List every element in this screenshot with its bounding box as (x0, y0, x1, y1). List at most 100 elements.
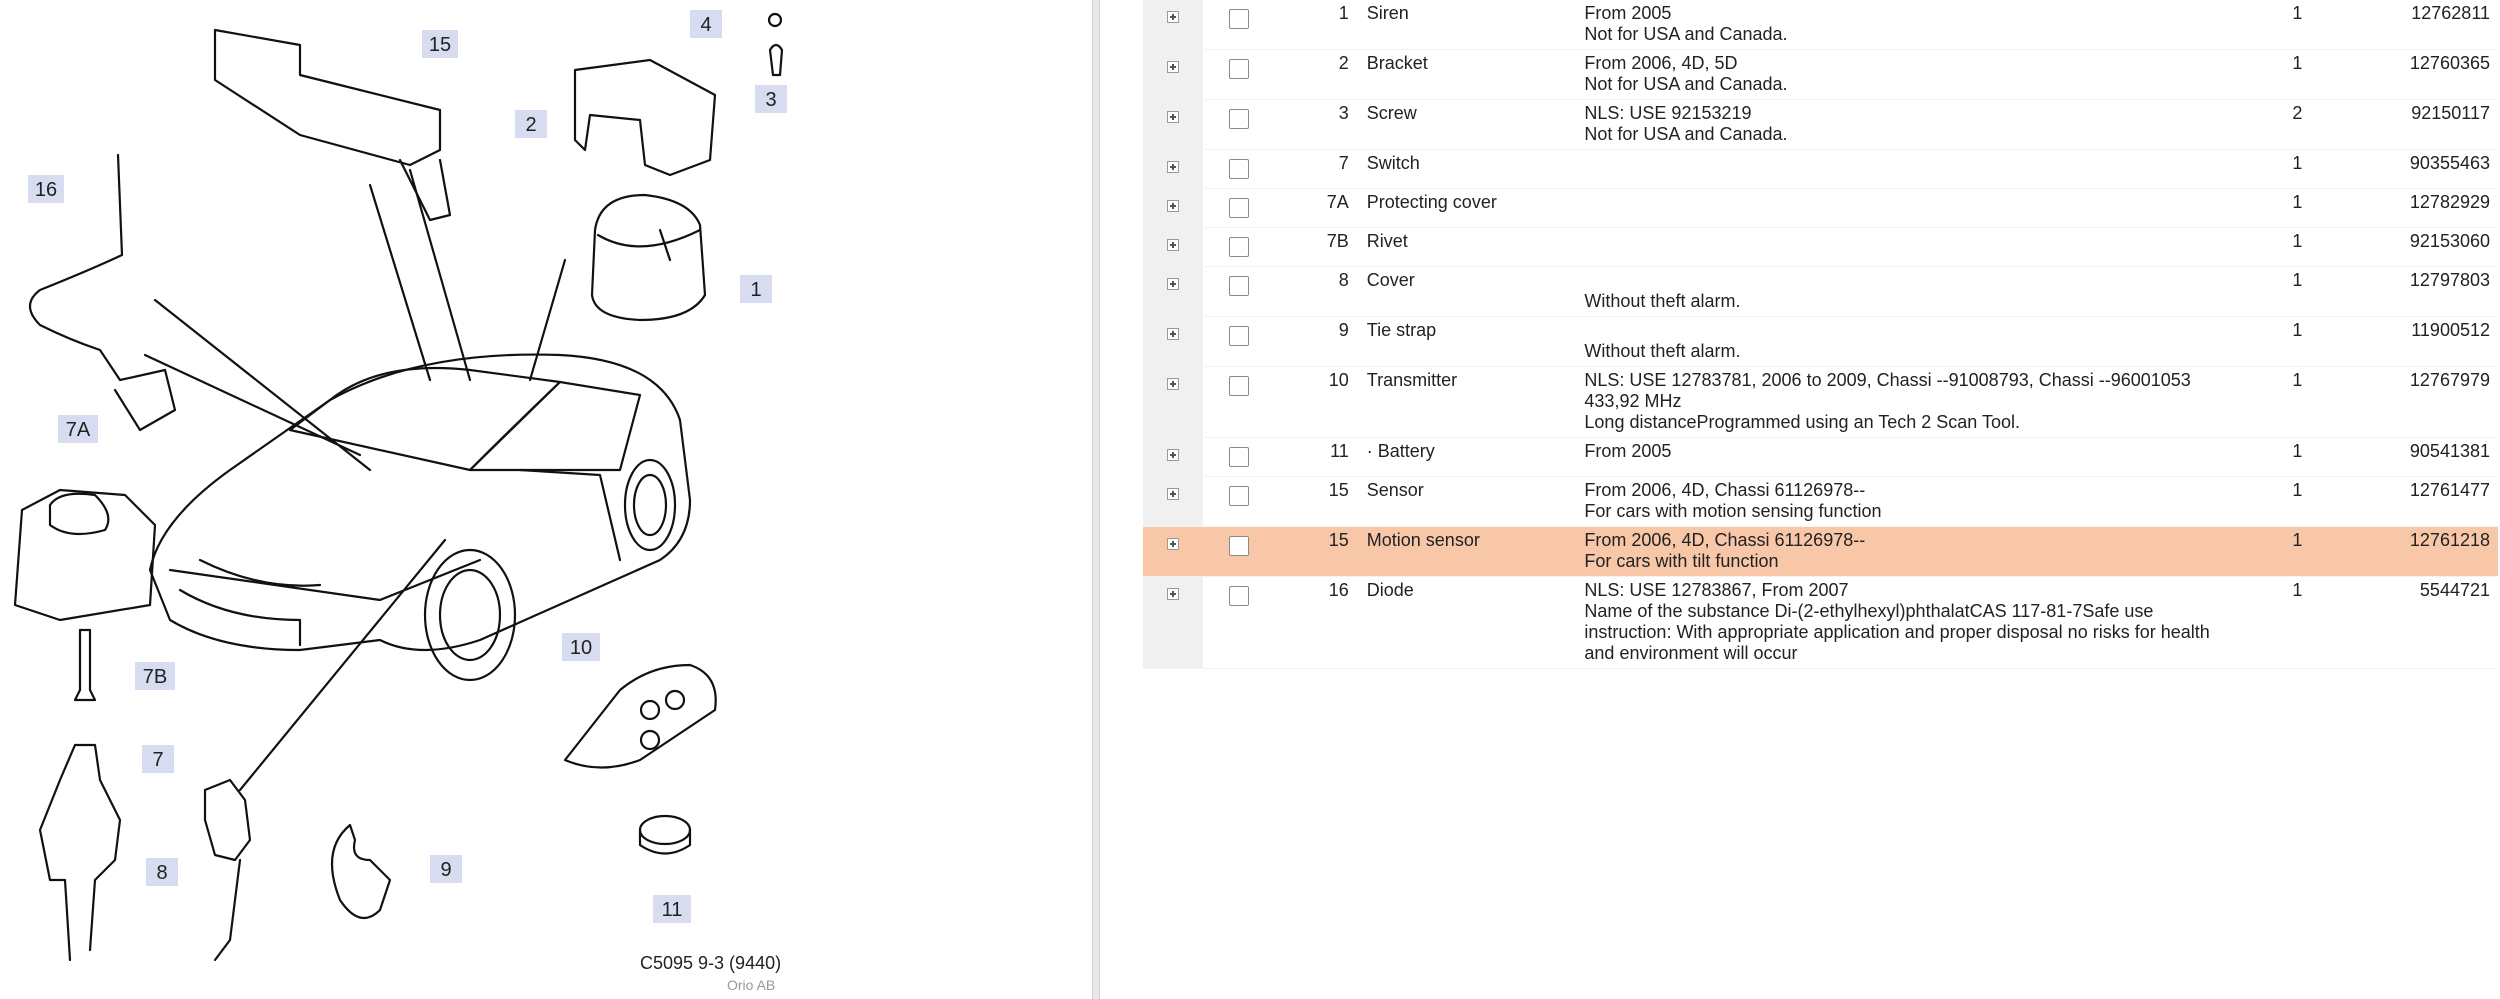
select-cell (1202, 437, 1276, 477)
quantity: 2 (2258, 99, 2336, 150)
part-number: 12760365 (2335, 49, 2498, 100)
remark-line (1584, 320, 2255, 341)
remark-line: Not for USA and Canada. (1584, 124, 1788, 144)
part-remarks (1580, 188, 2259, 228)
part-remarks: From 2006, 4D, Chassi 61126978-- For cars… (1580, 526, 2259, 577)
table-row[interactable]: 8 Cover Without theft alarm. 1 12797803 (1143, 266, 2498, 317)
part-remarks (1580, 149, 2259, 189)
part-remarks: NLS: USE 12783781, 2006 to 2009, Chassi … (1580, 366, 2259, 438)
remark-line: Not for USA and Canada. (1584, 74, 1788, 94)
part-number: 92150117 (2335, 99, 2498, 150)
position-number: 2 (1275, 49, 1363, 100)
expand-plus-icon[interactable] (1166, 328, 1179, 340)
part-remarks: From 2005 Not for USA and Canada. (1580, 0, 2259, 50)
svg-text:15: 15 (429, 34, 451, 56)
row-checkbox[interactable] (1229, 237, 1249, 257)
row-checkbox[interactable] (1229, 159, 1249, 179)
row-checkbox[interactable] (1229, 447, 1249, 467)
part-number: 11900512 (2335, 316, 2498, 367)
remark-line: Name of the substance Di-(2-ethylhexyl)p… (1584, 601, 2154, 621)
remark-line: From 2005 (1584, 441, 1672, 461)
row-checkbox[interactable] (1229, 198, 1249, 218)
part-name: Switch (1362, 149, 1581, 189)
table-row[interactable]: 7A Protecting cover 1 12782929 (1143, 188, 2498, 228)
expand-plus-icon[interactable] (1166, 378, 1179, 390)
svg-text:16: 16 (35, 179, 57, 201)
remark-line: From 2006, 4D, Chassi 61126978-- (1584, 530, 1866, 550)
parts-table: 1 Siren From 2005 Not for USA and Canada. 1 1… (1143, 0, 2498, 669)
part-name: Protecting cover (1362, 188, 1581, 228)
part-name: Rivet (1362, 227, 1581, 267)
row-checkbox[interactable] (1229, 536, 1249, 556)
table-row[interactable]: 1 Siren From 2005 Not for USA and Canada. 1 1… (1143, 0, 2498, 50)
table-row-selected[interactable]: 15 Motion sensor From 2006, 4D, Chassi 611… (1143, 526, 2498, 577)
remark-line: Without theft alarm. (1584, 341, 1741, 361)
expand-plus-icon[interactable] (1166, 538, 1179, 550)
row-checkbox[interactable] (1229, 109, 1249, 129)
table-row[interactable]: 9 Tie strap Without theft alarm. 1 11900512 (1143, 316, 2498, 367)
select-cell (1202, 227, 1276, 267)
part-name: Tie strap (1362, 316, 1581, 367)
row-checkbox[interactable] (1229, 586, 1249, 606)
part-name: Siren (1362, 0, 1581, 50)
position-number: 7A (1275, 188, 1363, 228)
expand-plus-icon[interactable] (1166, 200, 1179, 212)
exploded-diagram-panel: 15 4 3 2 1 16 7A 7B 7 8 9 10 11 C5095 9-… (0, 0, 1092, 999)
part-name: Bracket (1362, 49, 1581, 100)
table-row[interactable]: 15 Sensor From 2006, 4D, Chassi 61126978--… (1143, 476, 2498, 527)
expand-plus-icon[interactable] (1166, 278, 1179, 290)
expand-plus-icon[interactable] (1166, 161, 1179, 173)
svg-text:4: 4 (700, 14, 711, 36)
panel-splitter[interactable] (1092, 0, 1100, 999)
position-number: 15 (1275, 476, 1363, 527)
remark-line: NLS: USE 12783781, 2006 to 2009, Chassi … (1584, 370, 2191, 390)
expand-plus-icon[interactable] (1166, 239, 1179, 251)
expand-plus-icon[interactable] (1166, 11, 1179, 23)
position-number: 15 (1275, 526, 1363, 577)
expand-cell (1143, 476, 1203, 527)
row-checkbox[interactable] (1229, 326, 1249, 346)
svg-text:7B: 7B (143, 666, 167, 688)
remark-line: From 2006, 4D, 5D (1584, 53, 1738, 73)
part-remarks: From 2006, 4D, Chassi 61126978-- For cars… (1580, 476, 2259, 527)
position-number: 9 (1275, 316, 1363, 367)
row-checkbox[interactable] (1229, 376, 1249, 396)
expand-cell (1143, 366, 1203, 438)
table-row[interactable]: 11 · Battery From 2005 1 90541381 (1143, 437, 2498, 477)
remark-line: Without theft alarm. (1584, 291, 1741, 311)
parts-list-panel: 1 Siren From 2005 Not for USA and Canada. 1 1… (1100, 0, 2500, 999)
table-row[interactable]: 7B Rivet 1 92153060 (1143, 227, 2498, 267)
row-checkbox[interactable] (1229, 9, 1249, 29)
row-checkbox[interactable] (1229, 486, 1249, 506)
part-remarks: From 2006, 4D, 5D Not for USA and Canada. (1580, 49, 2259, 100)
expand-plus-icon[interactable] (1166, 111, 1179, 123)
table-row[interactable]: 10 Transmitter NLS: USE 12783781, 2006 to … (1143, 366, 2498, 438)
part-number: 5544721 (2335, 576, 2498, 669)
quantity: 1 (2258, 227, 2336, 267)
expand-plus-icon[interactable] (1166, 449, 1179, 461)
remark-line: For cars with motion sensing function (1584, 501, 1882, 521)
part-number: 12782929 (2335, 188, 2498, 228)
part-number: 12761218 (2335, 526, 2498, 577)
table-row[interactable]: 3 Screw NLS: USE 92153219 Not for USA and C… (1143, 99, 2498, 150)
quantity: 1 (2258, 526, 2336, 577)
remark-line (1584, 270, 2255, 291)
expand-plus-icon[interactable] (1166, 61, 1179, 73)
table-row[interactable]: 7 Switch 1 90355463 (1143, 149, 2498, 189)
expand-plus-icon[interactable] (1166, 488, 1179, 500)
row-checkbox[interactable] (1229, 59, 1249, 79)
position-number: 7B (1275, 227, 1363, 267)
select-cell (1202, 576, 1276, 669)
quantity: 1 (2258, 266, 2336, 317)
remark-line: NLS: USE 12783867, From 2007 (1584, 580, 1849, 600)
quantity: 1 (2258, 576, 2336, 669)
part-name: Diode (1362, 576, 1581, 669)
part-number: 12761477 (2335, 476, 2498, 527)
table-row[interactable]: 2 Bracket From 2006, 4D, 5D Not for USA and… (1143, 49, 2498, 100)
row-checkbox[interactable] (1229, 276, 1249, 296)
part-remarks: Without theft alarm. (1580, 266, 2259, 317)
part-number: 92153060 (2335, 227, 2498, 267)
expand-plus-icon[interactable] (1166, 588, 1179, 600)
select-cell (1202, 0, 1276, 50)
table-row[interactable]: 16 Diode NLS: USE 12783867, From 2007 Name … (1143, 576, 2498, 669)
